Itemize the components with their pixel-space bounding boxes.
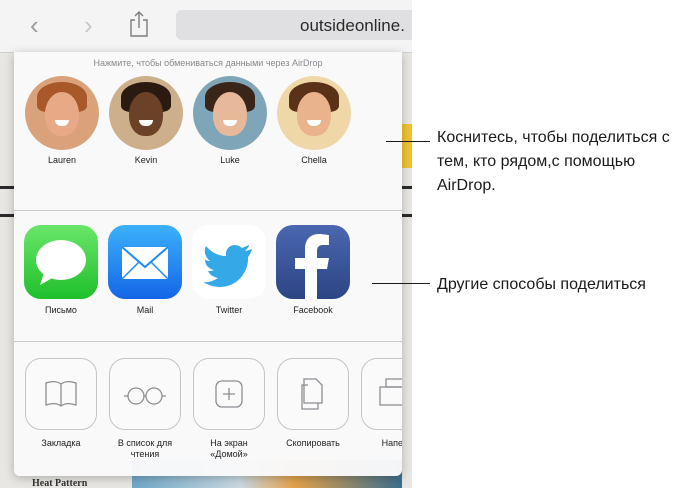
chevron-left-icon[interactable]: ‹ [30, 12, 39, 38]
app-label: Facebook [293, 305, 333, 315]
app-label: Письмо [45, 305, 77, 315]
chevron-right-icon[interactable]: › [84, 12, 93, 38]
callout-line-other [372, 283, 430, 284]
avatar-face [45, 92, 79, 136]
callout-airdrop: Коснитесь, чтобы поделиться с тем, кто р… [437, 129, 670, 194]
action-label: На экран «Домой» [210, 438, 248, 459]
share-apps-section: Письмо Mail Twitter Facebook [14, 211, 402, 342]
airdrop-contact[interactable]: Lauren [24, 76, 100, 165]
share-sheet: Нажмите, чтобы обмениваться данными чере… [14, 52, 402, 476]
page-background-image [402, 124, 412, 168]
add-to-home-icon [193, 358, 265, 430]
messages-icon [24, 225, 98, 299]
print-icon [361, 358, 402, 430]
facebook-icon [276, 225, 350, 299]
callout-line-airdrop [386, 141, 430, 142]
airdrop-contact[interactable]: Chella [276, 76, 352, 165]
share-action[interactable]: Скопировать [273, 358, 353, 449]
contact-name: Luke [220, 155, 240, 165]
avatar-face [297, 92, 331, 136]
airdrop-section: Нажмите, чтобы обмениваться данными чере… [14, 52, 402, 211]
share-actions-section: Закладка В список для чтения На экран «Дом… [14, 342, 402, 476]
share-action[interactable]: Напеча [357, 358, 402, 449]
avatar [109, 76, 183, 150]
avatar [193, 76, 267, 150]
airdrop-contact[interactable]: Luke [192, 76, 268, 165]
share-action[interactable]: Закладка [21, 358, 101, 449]
page-background-caption: Heat Pattern [32, 478, 88, 488]
app-label: Twitter [215, 305, 243, 315]
action-label: Закладка [41, 438, 81, 448]
contact-name: Kevin [134, 155, 158, 165]
bookmark-icon [25, 358, 97, 430]
reading-list-icon [109, 358, 181, 430]
twitter-icon [192, 225, 266, 299]
contact-name: Chella [301, 155, 327, 165]
page-background-line [0, 214, 14, 217]
avatar-face [129, 92, 163, 136]
contact-name: Lauren [47, 155, 77, 165]
airdrop-contact[interactable]: Kevin [108, 76, 184, 165]
url-text: outsideonline. [300, 16, 405, 35]
share-action[interactable]: В список для чтения [105, 358, 185, 460]
avatar-face [213, 92, 247, 136]
airdrop-hint: Нажмите, чтобы обмениваться данными чере… [93, 58, 323, 68]
ipad-screen: ‹ › outsideonline. Heat Pattern Нажмите,… [0, 0, 412, 488]
share-action[interactable]: На экран «Домой» [189, 358, 269, 460]
share-app-facebook[interactable]: Facebook [273, 225, 353, 315]
mail-icon [108, 225, 182, 299]
page-background-line [402, 186, 412, 189]
page-background-line [0, 186, 14, 189]
action-label: Напеча [381, 438, 402, 448]
share-app-twitter[interactable]: Twitter [189, 225, 269, 315]
avatar [277, 76, 351, 150]
copy-icon [277, 358, 349, 430]
address-bar[interactable]: outsideonline. [176, 10, 412, 40]
safari-toolbar: ‹ › outsideonline. [0, 0, 412, 53]
callout-other: Другие способы поделиться [437, 276, 646, 293]
app-label: Mail [136, 305, 154, 315]
action-label: Скопировать [286, 438, 340, 448]
share-app-письмо[interactable]: Письмо [21, 225, 101, 315]
share-icon[interactable] [128, 10, 150, 38]
avatar [25, 76, 99, 150]
share-app-mail[interactable]: Mail [105, 225, 185, 315]
action-label: В список для чтения [117, 438, 173, 459]
page-background-line [402, 214, 412, 217]
